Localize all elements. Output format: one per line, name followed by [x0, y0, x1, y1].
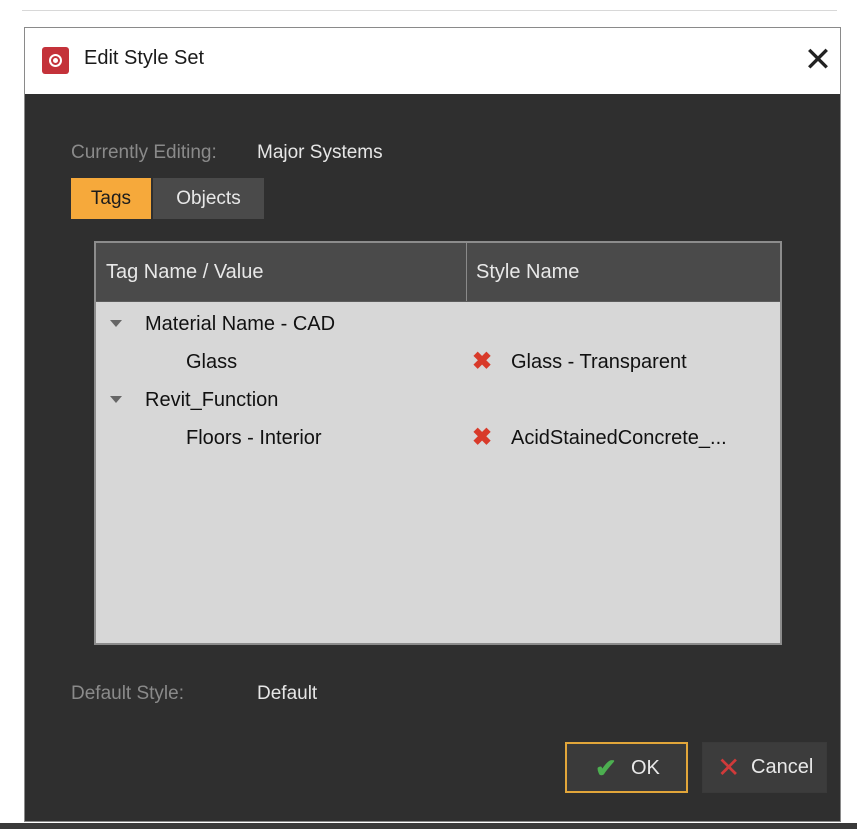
collapse-arrow-icon[interactable] — [110, 396, 122, 403]
background-left — [0, 0, 22, 829]
close-button[interactable]: ✕ — [795, 38, 841, 82]
dialog-title: Edit Style Set — [84, 47, 205, 69]
check-icon: ✔ — [595, 753, 617, 783]
currently-editing-label: Currently Editing: — [71, 142, 217, 163]
style-name-value: Glass - Transparent — [511, 351, 687, 373]
default-style-value[interactable]: Default — [257, 683, 317, 705]
default-style-label: Default Style: — [71, 683, 184, 704]
edit-style-set-dialog: Edit Style Set ✕ Currently Editing: Majo… — [24, 27, 841, 822]
tree-group-row[interactable]: Material Name - CAD — [96, 305, 780, 343]
column-header-style-name[interactable]: Style Name — [476, 243, 579, 301]
tag-value-label: Glass — [186, 351, 238, 373]
collapse-arrow-icon[interactable] — [110, 320, 122, 327]
group-label: Revit_Function — [145, 389, 279, 411]
tag-style-table: Tag Name / Value Style Name Material Nam… — [94, 241, 782, 645]
column-header-tag-name[interactable]: Tag Name / Value — [106, 243, 264, 301]
tab-objects[interactable]: Objects — [153, 178, 264, 219]
remove-style-icon[interactable]: ✖ — [472, 343, 492, 381]
cancel-button[interactable]: ✕ Cancel — [702, 742, 827, 793]
background-top — [0, 0, 857, 11]
tree-item-row[interactable]: Floors - Interior ✖ AcidStainedConcrete_… — [96, 419, 780, 457]
column-divider[interactable] — [466, 243, 467, 301]
remove-style-icon[interactable]: ✖ — [472, 419, 492, 457]
title-bar: Edit Style Set ✕ — [25, 28, 840, 94]
tree-item-row[interactable]: Glass ✖ Glass - Transparent — [96, 343, 780, 381]
app-logo-icon — [42, 47, 69, 74]
background-bottom — [0, 823, 857, 829]
cancel-button-label: Cancel — [751, 756, 814, 778]
group-label: Material Name - CAD — [145, 313, 336, 335]
tree-group-row[interactable]: Revit_Function — [96, 381, 780, 419]
tag-value-label: Floors - Interior — [186, 427, 322, 449]
ok-button-label: OK — [631, 757, 660, 779]
ok-button[interactable]: ✔ OK — [565, 742, 688, 793]
table-header: Tag Name / Value Style Name — [96, 243, 780, 302]
currently-editing-value: Major Systems — [257, 142, 383, 163]
close-icon: ✕ — [717, 752, 741, 783]
style-name-value: AcidStainedConcrete_... — [511, 427, 727, 449]
tab-tags[interactable]: Tags — [71, 178, 151, 219]
